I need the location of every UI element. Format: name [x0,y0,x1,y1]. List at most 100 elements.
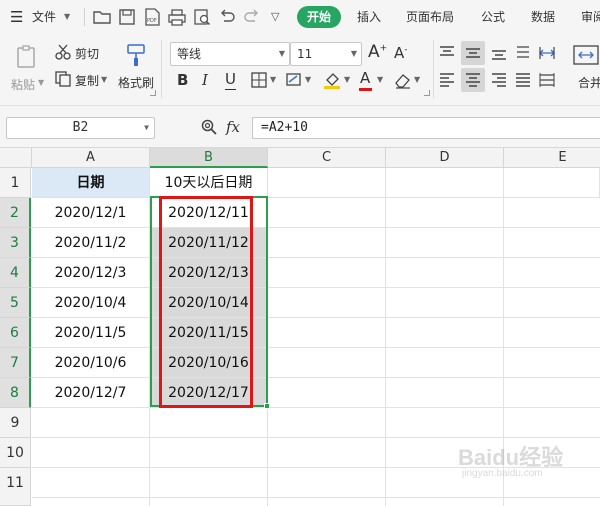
text-direction-icon[interactable] [513,43,533,63]
copy-icon[interactable] [54,70,72,88]
chevron-down-icon[interactable]: ▼ [270,75,276,84]
cell-b5[interactable]: 2020/10/14 [150,288,268,318]
paste-icon[interactable] [14,44,40,70]
font-name-select[interactable]: 等线 ▼ [170,42,290,66]
print-preview-icon[interactable] [192,7,212,27]
cut-button[interactable]: 剪切 [75,45,99,62]
chevron-down-icon[interactable]: ▼ [414,75,420,84]
chevron-down-icon[interactable]: ▼ [144,118,149,138]
cell-a4[interactable]: 2020/12/3 [32,258,150,288]
fill-pattern-icon[interactable] [285,71,303,89]
chevron-down-icon[interactable]: ▼ [344,75,350,84]
export-pdf-icon[interactable]: PDF [142,7,162,27]
paste-button[interactable]: 粘贴 [11,76,35,93]
row-header-10[interactable]: 10 [0,438,31,468]
chevron-down-icon[interactable]: ▼ [305,75,311,84]
formula-input[interactable]: =A2+10 [252,117,600,139]
tab-page-layout[interactable]: 页面布局 [406,0,454,34]
fill-handle[interactable] [264,403,270,409]
distributed-align-icon[interactable] [537,70,557,90]
column-header-e[interactable]: E [504,148,600,168]
row-header-2[interactable]: 2 [0,198,31,228]
cell-b7[interactable]: 2020/10/16 [150,348,268,378]
select-all-corner[interactable] [0,148,32,168]
cell-b1[interactable]: 10天以后日期 [150,168,268,198]
row-header-8[interactable]: 8 [0,378,31,408]
cell-e1[interactable] [504,168,600,198]
increase-font-size-icon[interactable]: A+ [368,42,387,62]
row-header-1[interactable]: 1 [0,168,31,198]
tab-home[interactable]: 开始 [297,6,341,28]
merge-cells-icon[interactable] [572,42,600,68]
align-middle-icon[interactable] [461,41,485,65]
chevron-down-icon[interactable]: ▼ [38,78,44,87]
cell-b2[interactable]: 2020/12/11 [150,198,268,228]
cell-a2[interactable]: 2020/12/1 [32,198,150,228]
font-launcher-icon[interactable] [424,90,430,96]
column-header-b[interactable]: B [150,148,268,168]
font-size-select[interactable]: 11 ▼ [290,42,362,66]
undo-icon[interactable] [217,7,237,27]
decrease-font-size-icon[interactable]: A- [394,44,408,62]
function-fx-icon[interactable]: fx [226,118,240,136]
align-left-icon[interactable] [437,70,457,90]
cell-b3[interactable]: 2020/11/12 [150,228,268,258]
empty-cells-area[interactable] [32,408,268,506]
cell-b6[interactable]: 2020/11/15 [150,318,268,348]
open-folder-icon[interactable] [92,7,112,27]
file-menu[interactable]: 文件 [32,0,56,34]
cell-b8[interactable]: 2020/12/17 [150,378,268,408]
tab-formulas[interactable]: 公式 [481,0,505,34]
tab-insert[interactable]: 插入 [357,0,381,34]
cell-a3[interactable]: 2020/11/2 [32,228,150,258]
eraser-icon[interactable] [393,70,413,90]
clipboard-launcher-icon[interactable] [150,90,156,96]
align-bottom-icon[interactable] [489,43,509,63]
quick-access-dropdown-icon[interactable]: ▽ [271,0,279,34]
fill-color-icon[interactable] [322,70,342,90]
cell-d1[interactable] [386,168,504,198]
row-header-5[interactable]: 5 [0,288,31,318]
align-top-icon[interactable] [437,43,457,63]
print-icon[interactable] [167,7,187,27]
copy-button[interactable]: 复制 [75,72,99,89]
chevron-down-icon[interactable]: ▼ [377,75,383,84]
chevron-down-icon[interactable]: ▼ [101,75,107,84]
chevron-down-icon[interactable]: ▼ [279,43,285,65]
cell-a1[interactable]: 日期 [32,168,150,198]
row-header-7[interactable]: 7 [0,348,31,378]
cell-c1[interactable] [268,168,386,198]
cell-b4[interactable]: 2020/12/13 [150,258,268,288]
column-header-d[interactable]: D [386,148,504,168]
cell-a5[interactable]: 2020/10/4 [32,288,150,318]
italic-icon[interactable]: I [202,71,208,89]
row-header-6[interactable]: 6 [0,318,31,348]
tab-review[interactable]: 审阅 [581,0,600,34]
format-painter-icon[interactable] [124,42,148,68]
align-right-icon[interactable] [489,70,509,90]
underline-icon[interactable]: U [225,70,236,90]
borders-icon[interactable] [250,71,268,89]
row-header-4[interactable]: 4 [0,258,31,288]
format-painter-button[interactable]: 格式刷 [118,74,154,91]
row-header-9[interactable]: 9 [0,408,31,438]
bold-icon[interactable]: B [177,71,188,89]
row-header-3[interactable]: 3 [0,228,31,258]
distribute-icon[interactable] [537,43,557,63]
chevron-down-icon[interactable]: ▼ [351,43,357,65]
cell-a6[interactable]: 2020/11/5 [32,318,150,348]
merge-center-button[interactable]: 合并 [578,74,600,91]
cell-a7[interactable]: 2020/10/6 [32,348,150,378]
column-header-c[interactable]: C [268,148,386,168]
name-box[interactable]: B2 ▼ [6,117,155,139]
column-header-a[interactable]: A [32,148,150,168]
font-color-icon[interactable]: A [359,69,372,91]
hamburger-menu-icon[interactable]: ☰ [10,0,23,34]
scissors-icon[interactable] [54,43,72,61]
align-center-icon[interactable] [461,68,485,92]
cell-a8[interactable]: 2020/12/7 [32,378,150,408]
chevron-down-icon[interactable]: ▼ [64,0,70,34]
justify-icon[interactable] [513,70,533,90]
save-icon[interactable] [117,7,137,27]
zoom-search-icon[interactable] [200,118,218,136]
